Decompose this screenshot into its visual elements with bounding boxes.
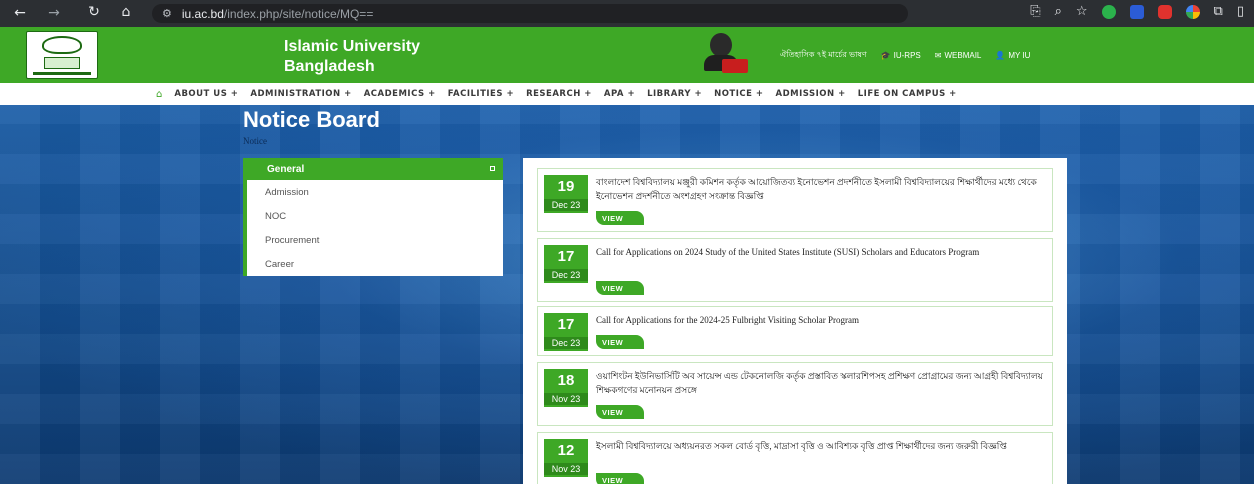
site-header: Islamic University Bangladesh ঐতিহাসিক ৭…: [0, 27, 1254, 83]
nav-life-on-campus[interactable]: LIFE ON CAMPUS +: [858, 89, 957, 99]
home-nav-icon[interactable]: ⌂: [156, 89, 162, 100]
nav-apa[interactable]: APA +: [604, 89, 635, 99]
bookmark-star-icon[interactable]: ☆: [1076, 4, 1088, 19]
campaign-portrait-image[interactable]: [700, 31, 748, 77]
browser-actions: ⎘ ⌕ ☆ ⧉ ▯: [1030, 4, 1244, 19]
iu-rps-link[interactable]: 🎓 IU-RPS: [881, 51, 921, 60]
notice-day: 18: [557, 372, 575, 389]
list-item: 17 Dec 23 Call for Applications for the …: [537, 306, 1053, 356]
graduation-cap-icon: 🎓: [880, 51, 891, 60]
notice-category-sidebar: General Admission NOC Procurement Career: [243, 158, 503, 276]
logo-banner: [33, 71, 91, 75]
university-logo[interactable]: [26, 31, 98, 79]
portrait-face: [710, 33, 732, 57]
list-item: 12 Nov 23 ইসলামী বিশ্ববিদ্যালয়ে অধ্যয়ন…: [537, 432, 1053, 484]
sidebar-item-admission[interactable]: Admission: [243, 180, 503, 204]
notice-list: 19 Dec 23 বাংলাদেশ বিশ্ববিদ্যালয় মঞ্জুর…: [523, 158, 1067, 484]
sidebar-item-career[interactable]: Career: [243, 252, 503, 276]
extension-word-icon[interactable]: [1129, 4, 1144, 19]
view-button[interactable]: VIEW: [596, 473, 644, 484]
nav-library[interactable]: LIBRARY +: [647, 89, 702, 99]
portrait-flag: [722, 59, 748, 73]
nav-administration[interactable]: ADMINISTRATION +: [250, 89, 351, 99]
zoom-icon[interactable]: ⌕: [1055, 4, 1062, 19]
view-button[interactable]: VIEW: [596, 211, 644, 225]
header-links: ঐতিহাসিক ৭ই মার্চের ভাষণ 🎓 IU-RPS ✉ WEBMAI…: [780, 49, 1030, 62]
logo-book: [44, 56, 80, 69]
notice-month: Dec 23: [544, 199, 588, 211]
notice-month: Dec 23: [544, 337, 588, 349]
nav-facilities[interactable]: FACILITIES +: [448, 89, 514, 99]
notice-day: 19: [557, 178, 575, 195]
main-nav: ⌂ ABOUT US + ADMINISTRATION + ACADEMICS …: [0, 83, 1254, 105]
notice-title[interactable]: ইসলামী বিশ্ববিদ্যালয়ে অধ্যয়নরত সকল বোর…: [596, 439, 1048, 453]
notice-date: 12 Nov 23: [544, 439, 588, 477]
forward-arrow-icon[interactable]: →: [40, 5, 68, 21]
my-iu-label: MY IU: [1008, 51, 1031, 60]
notice-day: 17: [557, 316, 575, 333]
view-button[interactable]: VIEW: [596, 405, 644, 419]
webmail-link[interactable]: ✉ WEBMAIL: [935, 51, 982, 60]
home-icon[interactable]: ⌂: [112, 4, 140, 20]
extension-green-icon[interactable]: [1101, 4, 1116, 19]
notice-month: Nov 23: [544, 393, 588, 405]
side-panel-icon[interactable]: ▯: [1237, 4, 1244, 19]
sidebar-item-procurement[interactable]: Procurement: [243, 228, 503, 252]
university-name[interactable]: Islamic University Bangladesh: [284, 37, 504, 77]
collapse-square-icon[interactable]: [490, 166, 495, 171]
url-path: /index.php/site/notice/MQ==: [223, 6, 374, 21]
nav-about-us[interactable]: ABOUT US +: [174, 89, 238, 99]
page-title: Notice Board: [243, 107, 380, 132]
extensions-puzzle-icon[interactable]: ⧉: [1214, 4, 1223, 19]
notice-day: 12: [557, 442, 575, 459]
notice-month: Nov 23: [544, 463, 588, 475]
reload-icon[interactable]: ↻: [80, 4, 108, 20]
list-item: 17 Dec 23 Call for Applications on 2024 …: [537, 238, 1053, 302]
user-icon: 👤: [995, 51, 1006, 60]
list-item: 18 Nov 23 ওয়াশিংটন ইউনিভার্সিটি অব সায়…: [537, 362, 1053, 426]
notice-date: 18 Nov 23: [544, 369, 588, 407]
view-button[interactable]: VIEW: [596, 281, 644, 295]
campaign-link-label: ঐতিহাসিক ৭ই মার্চের ভাষণ: [780, 50, 867, 59]
notice-title[interactable]: বাংলাদেশ বিশ্ববিদ্যালয় মঞ্জুরী কমিশন কর…: [596, 175, 1048, 203]
sidebar-heading-general[interactable]: General: [243, 158, 503, 180]
address-bar[interactable]: ⚙ iu.ac.bd/index.php/site/notice/MQ==: [152, 4, 908, 23]
translate-icon[interactable]: ⎘: [1030, 4, 1040, 19]
nav-admission[interactable]: ADMISSION +: [776, 89, 846, 99]
notice-title[interactable]: Call for Applications for the 2024-25 Fu…: [596, 313, 1048, 327]
breadcrumb[interactable]: Notice: [243, 136, 267, 146]
notice-date: 17 Dec 23: [544, 313, 588, 351]
nav-research[interactable]: RESEARCH +: [526, 89, 592, 99]
back-arrow-icon[interactable]: ←: [6, 5, 34, 21]
notice-title[interactable]: ওয়াশিংটন ইউনিভার্সিটি অব সায়েন্স এন্ড …: [596, 369, 1048, 397]
my-iu-link[interactable]: 👤 MY IU: [995, 51, 1030, 60]
notice-day: 17: [557, 248, 575, 265]
sidebar-item-noc[interactable]: NOC: [243, 204, 503, 228]
notice-month: Dec 23: [544, 269, 588, 281]
notice-title[interactable]: Call for Applications on 2024 Study of t…: [596, 245, 1048, 259]
list-item: 19 Dec 23 বাংলাদেশ বিশ্ববিদ্যালয় মঞ্জুর…: [537, 168, 1053, 232]
site-settings-icon[interactable]: ⚙: [162, 7, 172, 20]
envelope-icon: ✉: [934, 51, 942, 60]
webmail-label: WEBMAIL: [944, 51, 982, 60]
nav-academics[interactable]: ACADEMICS +: [364, 89, 436, 99]
url-host: iu.ac.bd: [181, 6, 224, 21]
sidebar-heading-label: General: [267, 163, 305, 175]
iu-rps-label: IU-RPS: [893, 51, 921, 60]
notice-date: 19 Dec 23: [544, 175, 588, 213]
extension-red-icon[interactable]: [1157, 4, 1172, 19]
logo-emblem: [42, 35, 82, 54]
notice-date: 17 Dec 23: [544, 245, 588, 283]
browser-toolbar: ← → ↻ ⌂ ⚙ iu.ac.bd/index.php/site/notice…: [0, 0, 1254, 27]
extension-multicolor-icon[interactable]: [1185, 4, 1200, 19]
campaign-link[interactable]: ঐতিহাসিক ৭ই মার্চের ভাষণ: [780, 49, 867, 62]
nav-notice[interactable]: NOTICE +: [714, 89, 763, 99]
view-button[interactable]: VIEW: [596, 335, 644, 349]
